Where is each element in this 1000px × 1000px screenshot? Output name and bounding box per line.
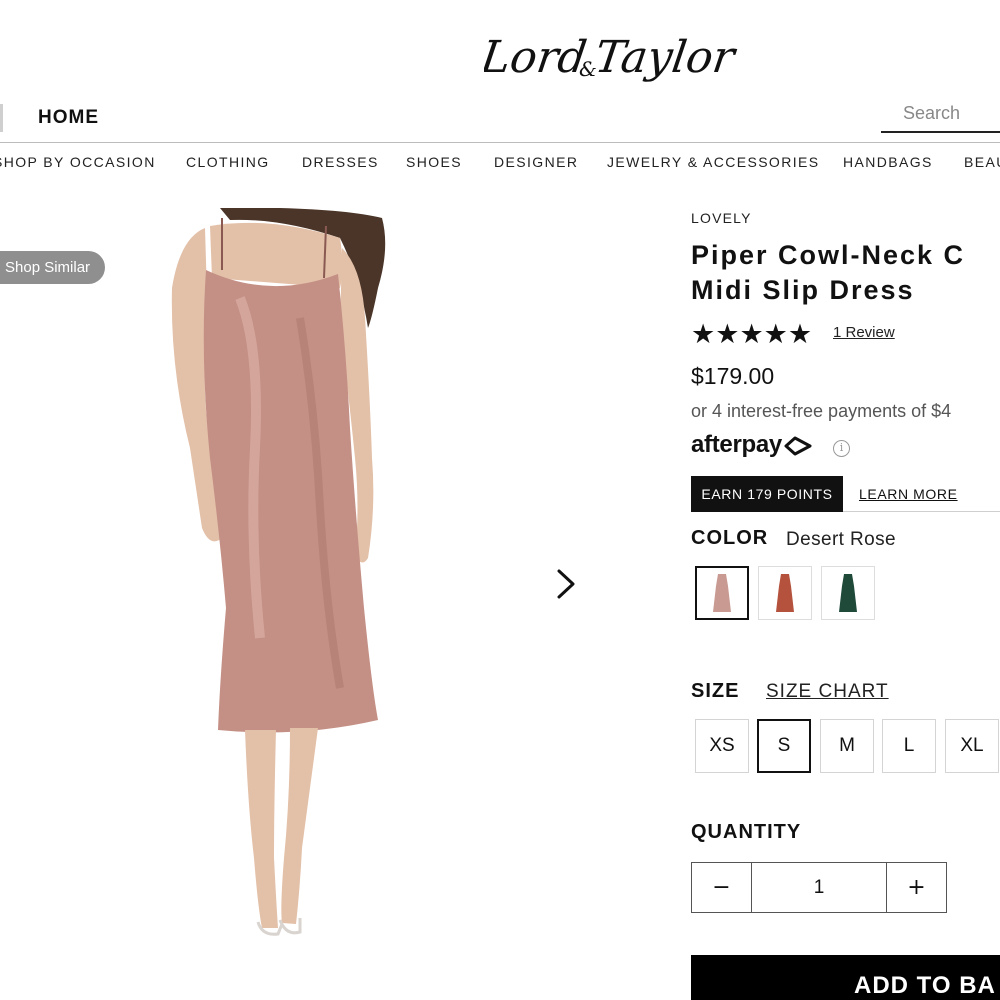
chevron-right-icon[interactable] xyxy=(553,567,579,601)
size-label: SIZE xyxy=(691,680,740,702)
quantity-increase-button[interactable]: + xyxy=(886,863,946,912)
points-badge: EARN 179 POINTS xyxy=(691,476,843,512)
color-swatch-emerald[interactable] xyxy=(821,566,875,620)
dress-thumbnail-icon xyxy=(839,574,857,612)
afterpay-label: afterpay xyxy=(691,431,782,458)
quantity-stepper: − 1 + xyxy=(691,862,947,913)
nav-item-beauty[interactable]: BEAU xyxy=(964,154,1000,170)
learn-more-link[interactable]: LEARN MORE xyxy=(859,486,958,502)
size-option-l[interactable]: L xyxy=(882,719,936,773)
quantity-label: QUANTITY xyxy=(691,821,802,843)
info-icon[interactable]: i xyxy=(833,440,850,457)
header-divider xyxy=(0,142,1000,143)
product-price: $179.00 xyxy=(691,363,775,389)
svg-text:Lord: Lord xyxy=(484,32,590,83)
star-icon: ★ xyxy=(763,319,788,349)
product-title-line-1: Piper Cowl-Neck C xyxy=(691,240,966,270)
menu-edge xyxy=(0,104,3,132)
star-icon: ★ xyxy=(715,319,740,349)
product-image[interactable] xyxy=(150,208,400,948)
quantity-decrease-button[interactable]: − xyxy=(692,863,752,912)
star-icon: ★ xyxy=(739,319,764,349)
nav-item-jewelry-accessories[interactable]: JEWELRY & ACCESSORIES xyxy=(607,154,820,170)
dress-thumbnail-icon xyxy=(776,574,794,612)
dress-thumbnail-icon xyxy=(713,574,731,612)
product-brand[interactable]: LOVELY xyxy=(691,210,752,226)
star-icon: ★ xyxy=(691,319,716,349)
search-field[interactable] xyxy=(881,96,1000,133)
size-chart-link[interactable]: SIZE CHART xyxy=(766,681,889,703)
afterpay-logo: afterpay xyxy=(691,431,814,459)
category-nav: SHOP BY OCCASION CLOTHING DRESSES SHOES … xyxy=(0,154,1000,174)
selected-color-name: Desert Rose xyxy=(786,529,896,550)
installments-text: or 4 interest-free payments of $4 xyxy=(691,401,952,421)
color-swatch-rust[interactable] xyxy=(758,566,812,620)
product-title: Piper Cowl-Neck C Midi Slip Dress xyxy=(691,238,1000,308)
size-option-xl[interactable]: XL xyxy=(945,719,999,773)
nav-item-clothing[interactable]: CLOTHING xyxy=(186,154,270,170)
nav-item-shop-by-occasion[interactable]: SHOP BY OCCASION xyxy=(0,154,156,170)
svg-text:Taylor: Taylor xyxy=(592,32,741,83)
add-to-bag-button[interactable]: ADD TO BA xyxy=(691,955,1000,1000)
nav-item-handbags[interactable]: HANDBAGS xyxy=(843,154,933,170)
color-label: COLOR xyxy=(691,527,769,549)
star-icon: ★ xyxy=(787,319,813,349)
color-swatch-desert-rose[interactable] xyxy=(695,566,749,620)
rating-stars[interactable]: ★ ★ ★ ★ ★ xyxy=(691,319,812,349)
nav-item-designer[interactable]: DESIGNER xyxy=(494,154,578,170)
points-divider xyxy=(843,511,1000,512)
nav-item-shoes[interactable]: SHOES xyxy=(406,154,462,170)
size-option-xs[interactable]: XS xyxy=(695,719,749,773)
review-count-link[interactable]: 1 Review xyxy=(833,324,895,341)
nav-item-dresses[interactable]: DRESSES xyxy=(302,154,379,170)
lord-taylor-logo[interactable]: Lord & Taylor xyxy=(484,10,744,100)
size-option-s[interactable]: S xyxy=(757,719,811,773)
product-title-line-2: Midi Slip Dress xyxy=(691,275,915,305)
home-link[interactable]: HOME xyxy=(38,107,99,129)
afterpay-arrows-icon xyxy=(784,436,812,456)
quantity-value[interactable]: 1 xyxy=(752,863,886,912)
search-input[interactable] xyxy=(881,96,1000,131)
shop-similar-button[interactable]: Shop Similar xyxy=(0,251,105,284)
size-option-m[interactable]: M xyxy=(820,719,874,773)
